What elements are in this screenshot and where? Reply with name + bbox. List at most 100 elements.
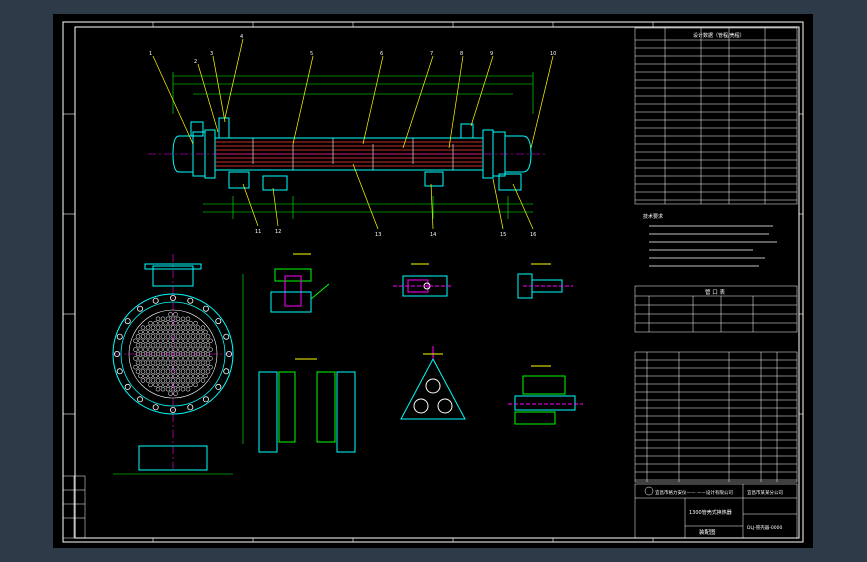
tube-hole xyxy=(148,347,153,352)
part-mark-3: 3 xyxy=(210,51,213,57)
tube-hole xyxy=(155,325,161,330)
tube-hole xyxy=(190,334,196,339)
bolt-hole xyxy=(223,333,230,340)
tube-hole xyxy=(165,316,171,322)
bolt-hole xyxy=(116,333,123,340)
part-mark-14: 14 xyxy=(430,232,436,238)
title-client: 宜昌市某某分公司 xyxy=(747,489,783,496)
tube-hole xyxy=(175,316,181,322)
tube-hole xyxy=(138,364,143,370)
bolt-hole xyxy=(124,318,131,325)
tube-hole xyxy=(148,338,153,344)
tube-hole xyxy=(183,329,188,335)
tube-hole xyxy=(150,378,156,383)
part-mark-8: 8 xyxy=(460,51,463,57)
tube-hole xyxy=(203,347,208,352)
tube-hole xyxy=(188,373,193,379)
spec-heading: 设计数据（管程/壳程） xyxy=(693,32,745,39)
tube-hole xyxy=(140,360,146,366)
tube-hole xyxy=(135,360,141,366)
tube-hole xyxy=(180,316,186,322)
tube-hole xyxy=(188,338,193,344)
tube-hole xyxy=(200,378,206,383)
tube-hole xyxy=(178,382,183,388)
tube-hole xyxy=(185,316,191,322)
tube-hole xyxy=(153,356,158,361)
bolt-hole xyxy=(152,297,159,304)
tube-hole xyxy=(165,334,171,339)
tube-hole xyxy=(148,320,153,326)
tube-hole xyxy=(145,369,151,374)
detail-b xyxy=(393,263,453,297)
tube-hole xyxy=(175,360,181,366)
bolt-hole xyxy=(137,305,144,312)
cad-drawing: 1 2 3 4 5 6 7 8 9 10 11 12 13 14 15 16 设… xyxy=(62,21,804,543)
tube-hole xyxy=(180,334,186,339)
tube-hole xyxy=(155,386,161,392)
tube-hole xyxy=(148,364,153,370)
detail-f xyxy=(508,365,583,425)
tube-hole xyxy=(193,338,198,344)
tube-hole xyxy=(145,342,151,348)
tube-hole xyxy=(185,360,191,366)
bolt-hole xyxy=(152,404,159,411)
part-mark-1: 1 xyxy=(149,51,152,57)
tube-hole xyxy=(168,364,173,370)
tube-hole xyxy=(155,342,161,348)
tube-hole xyxy=(140,325,146,330)
tube-hole xyxy=(165,369,171,374)
tube-hole xyxy=(145,334,151,339)
tube-hole xyxy=(178,338,183,344)
tube-hole xyxy=(193,356,198,361)
tube-hole xyxy=(178,347,183,352)
tube-hole xyxy=(168,329,173,335)
tube-hole xyxy=(190,360,196,366)
title-drawing-name: 1300管壳式换热器 xyxy=(689,509,732,516)
tube-hole xyxy=(195,334,201,339)
tube-hole xyxy=(198,347,203,352)
tube-hole xyxy=(148,356,153,361)
spec-table xyxy=(634,27,798,205)
tube-hole xyxy=(203,329,208,335)
title-sheet-type: 装配图 xyxy=(699,528,716,536)
tube-hole xyxy=(205,360,211,366)
detail-d xyxy=(258,358,356,453)
tube-hole xyxy=(198,356,203,361)
tube-hole xyxy=(188,347,193,352)
cad-drawing-viewport[interactable]: 1 2 3 4 5 6 7 8 9 10 11 12 13 14 15 16 设… xyxy=(53,14,813,548)
bolt-hole xyxy=(223,368,230,375)
tube-hole xyxy=(155,334,161,339)
tube-hole xyxy=(175,369,181,374)
tube-hole xyxy=(145,360,151,366)
tube-hole xyxy=(148,382,153,388)
tube-hole xyxy=(193,373,198,379)
tube-hole xyxy=(150,334,156,339)
bolt-hole xyxy=(215,383,222,390)
tube-hole xyxy=(180,378,186,383)
tube-hole xyxy=(138,338,143,344)
tube-hole xyxy=(175,342,181,348)
tube-hole xyxy=(180,386,186,392)
tube-hole xyxy=(198,364,203,370)
tube-hole xyxy=(168,373,173,379)
part-mark-9: 9 xyxy=(490,51,493,57)
tube-hole xyxy=(143,356,148,361)
tube-hole xyxy=(150,360,156,366)
tube-hole xyxy=(178,373,183,379)
tube-hole xyxy=(208,356,213,361)
tube-hole xyxy=(158,373,163,379)
tube-hole xyxy=(178,364,183,370)
tube-hole xyxy=(188,382,193,388)
tube-hole xyxy=(155,378,161,383)
tube-hole xyxy=(163,373,168,379)
end-view-tubesheet xyxy=(112,254,244,475)
tube-hole xyxy=(153,320,158,326)
tube-hole xyxy=(183,373,188,379)
detail-c xyxy=(517,263,573,299)
tube-hole xyxy=(165,360,171,366)
tube-hole xyxy=(143,373,148,379)
part-mark-13: 13 xyxy=(375,232,381,238)
tube-hole xyxy=(208,338,213,344)
bolt-hole xyxy=(116,368,123,375)
part-mark-6: 6 xyxy=(380,51,383,57)
